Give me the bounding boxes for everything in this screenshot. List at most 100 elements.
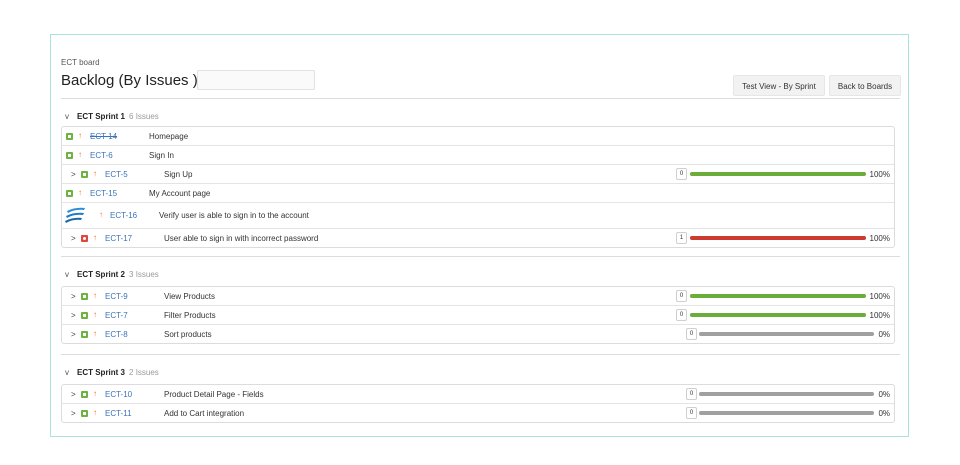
priority-high-icon: ↑ bbox=[93, 389, 97, 398]
priority-high-icon: ↑ bbox=[93, 310, 97, 319]
app-logo-icon bbox=[65, 207, 85, 223]
subtask-count-badge: 1 bbox=[676, 232, 687, 244]
story-icon bbox=[81, 391, 88, 398]
expand-icon[interactable]: > bbox=[71, 170, 76, 179]
back-to-boards-button[interactable]: Back to Boards bbox=[829, 75, 901, 96]
issue-key-link[interactable]: ECT-16 bbox=[110, 211, 137, 220]
chevron-down-icon[interactable]: v bbox=[65, 368, 69, 377]
issue-row[interactable]: ↑ ECT-14 Homepage bbox=[62, 127, 894, 146]
subtask-count-badge: 0 bbox=[686, 407, 697, 419]
progress-bar bbox=[699, 392, 874, 396]
issue-summary: User able to sign in with incorrect pass… bbox=[164, 234, 319, 243]
priority-high-icon: ↑ bbox=[93, 408, 97, 417]
priority-high-icon: ↑ bbox=[93, 291, 97, 300]
issue-key-link[interactable]: ECT-7 bbox=[105, 311, 128, 320]
expand-icon[interactable]: > bbox=[71, 292, 76, 301]
issue-summary: Add to Cart integration bbox=[164, 409, 245, 418]
expand-icon[interactable]: > bbox=[71, 311, 76, 320]
issue-row[interactable]: > ↑ ECT-5 Sign Up 0 100% bbox=[62, 165, 894, 184]
sprint-name: ECT Sprint 1 bbox=[77, 112, 126, 121]
priority-high-icon: ↑ bbox=[78, 188, 82, 197]
sprint-name: ECT Sprint 3 bbox=[77, 368, 126, 377]
issue-row[interactable]: > ↑ ECT-8 Sort products 0 0% bbox=[62, 325, 894, 343]
bug-icon bbox=[81, 235, 88, 242]
issue-list: ↑ ECT-14 Homepage ↑ ECT-6 Sign In > ↑ ECT-5 Sign … bbox=[61, 126, 895, 248]
issue-key-link[interactable]: ECT-15 bbox=[90, 189, 117, 198]
issue-list: > ↑ ECT-10 Product Detail Page - Fields 0 0% >… bbox=[61, 384, 895, 423]
issue-key-link[interactable]: ECT-5 bbox=[105, 170, 128, 179]
chevron-down-icon[interactable]: v bbox=[65, 270, 69, 279]
expand-icon[interactable]: > bbox=[71, 409, 76, 418]
progress-percent: 100% bbox=[869, 292, 890, 301]
backlog-panel: ECT board Backlog (By Issues ) Test View… bbox=[50, 34, 909, 437]
issue-summary: Verify user is able to sign in to the ac… bbox=[159, 211, 309, 220]
issue-key-link[interactable]: ECT-6 bbox=[90, 151, 113, 160]
progress-bar bbox=[690, 313, 866, 317]
priority-high-icon: ↑ bbox=[99, 210, 103, 219]
issue-row[interactable]: ↑ ECT-16 Verify user is able to sign in to… bbox=[62, 203, 894, 229]
issue-summary: Sort products bbox=[164, 330, 212, 339]
priority-high-icon: ↑ bbox=[78, 150, 82, 159]
board-name: ECT board bbox=[61, 58, 100, 67]
issue-key-link[interactable]: ECT-14 bbox=[90, 132, 117, 141]
sprint-issue-count: 3 Issues bbox=[129, 270, 159, 279]
progress-bar bbox=[690, 236, 866, 240]
issue-row[interactable]: > ↑ ECT-9 View Products 0 100% bbox=[62, 287, 894, 306]
issue-summary: View Products bbox=[164, 292, 215, 301]
story-icon bbox=[66, 190, 73, 197]
test-view-by-sprint-button[interactable]: Test View - By Sprint bbox=[733, 75, 825, 96]
sprint-header[interactable]: v ECT Sprint 16 Issues bbox=[65, 112, 159, 121]
progress-bar bbox=[699, 332, 874, 336]
priority-high-icon: ↑ bbox=[93, 233, 97, 242]
header-divider bbox=[61, 98, 900, 99]
progress-percent: 0% bbox=[878, 390, 890, 399]
issue-summary: Homepage bbox=[149, 132, 189, 141]
expand-icon[interactable]: > bbox=[71, 234, 76, 243]
subtask-count-badge: 0 bbox=[676, 309, 687, 321]
progress-percent: 100% bbox=[869, 234, 890, 243]
expand-icon[interactable]: > bbox=[71, 330, 76, 339]
story-icon bbox=[81, 410, 88, 417]
progress-percent: 100% bbox=[869, 311, 890, 320]
sprint-name: ECT Sprint 2 bbox=[77, 270, 126, 279]
progress-percent: 0% bbox=[878, 409, 890, 418]
subtask-count-badge: 0 bbox=[686, 328, 697, 340]
issue-row[interactable]: > ↑ ECT-7 Filter Products 0 100% bbox=[62, 306, 894, 325]
sprint-divider bbox=[61, 354, 900, 355]
subtask-count-badge: 0 bbox=[676, 290, 687, 302]
story-icon bbox=[81, 171, 88, 178]
progress-bar bbox=[690, 294, 866, 298]
page-title: Backlog (By Issues ) bbox=[61, 72, 198, 89]
issue-list: > ↑ ECT-9 View Products 0 100% > ↑ ECT-7 Filter P… bbox=[61, 286, 895, 344]
subtask-count-badge: 0 bbox=[676, 168, 687, 180]
issue-summary: Sign Up bbox=[164, 170, 193, 179]
title-input-field[interactable] bbox=[197, 70, 315, 90]
story-icon bbox=[81, 331, 88, 338]
issue-summary: Product Detail Page - Fields bbox=[164, 390, 264, 399]
expand-icon[interactable]: > bbox=[71, 390, 76, 399]
progress-bar bbox=[690, 172, 866, 176]
issue-row[interactable]: > ↑ ECT-10 Product Detail Page - Fields 0 0% bbox=[62, 385, 894, 404]
issue-key-link[interactable]: ECT-11 bbox=[105, 409, 132, 418]
issue-row[interactable]: ↑ ECT-6 Sign In bbox=[62, 146, 894, 165]
sprint-issue-count: 6 Issues bbox=[129, 112, 159, 121]
issue-key-link[interactable]: ECT-10 bbox=[105, 390, 132, 399]
issue-key-link[interactable]: ECT-9 bbox=[105, 292, 128, 301]
issue-row[interactable]: ↑ ECT-15 My Account page bbox=[62, 184, 894, 203]
sprint-divider bbox=[61, 256, 900, 257]
issue-key-link[interactable]: ECT-17 bbox=[105, 234, 132, 243]
sprint-header[interactable]: v ECT Sprint 23 Issues bbox=[65, 270, 159, 279]
issue-key-link[interactable]: ECT-8 bbox=[105, 330, 128, 339]
priority-high-icon: ↑ bbox=[93, 169, 97, 178]
progress-bar bbox=[699, 411, 874, 415]
sprint-issue-count: 2 Issues bbox=[129, 368, 159, 377]
subtask-count-badge: 0 bbox=[686, 388, 697, 400]
story-icon bbox=[81, 312, 88, 319]
sprint-header[interactable]: v ECT Sprint 32 Issues bbox=[65, 368, 159, 377]
priority-high-icon: ↑ bbox=[78, 131, 82, 140]
issue-row[interactable]: > ↑ ECT-17 User able to sign in with incorr… bbox=[62, 229, 894, 247]
issue-row[interactable]: > ↑ ECT-11 Add to Cart integration 0 0% bbox=[62, 404, 894, 422]
priority-high-icon: ↑ bbox=[93, 329, 97, 338]
chevron-down-icon[interactable]: v bbox=[65, 112, 69, 121]
issue-summary: Filter Products bbox=[164, 311, 216, 320]
